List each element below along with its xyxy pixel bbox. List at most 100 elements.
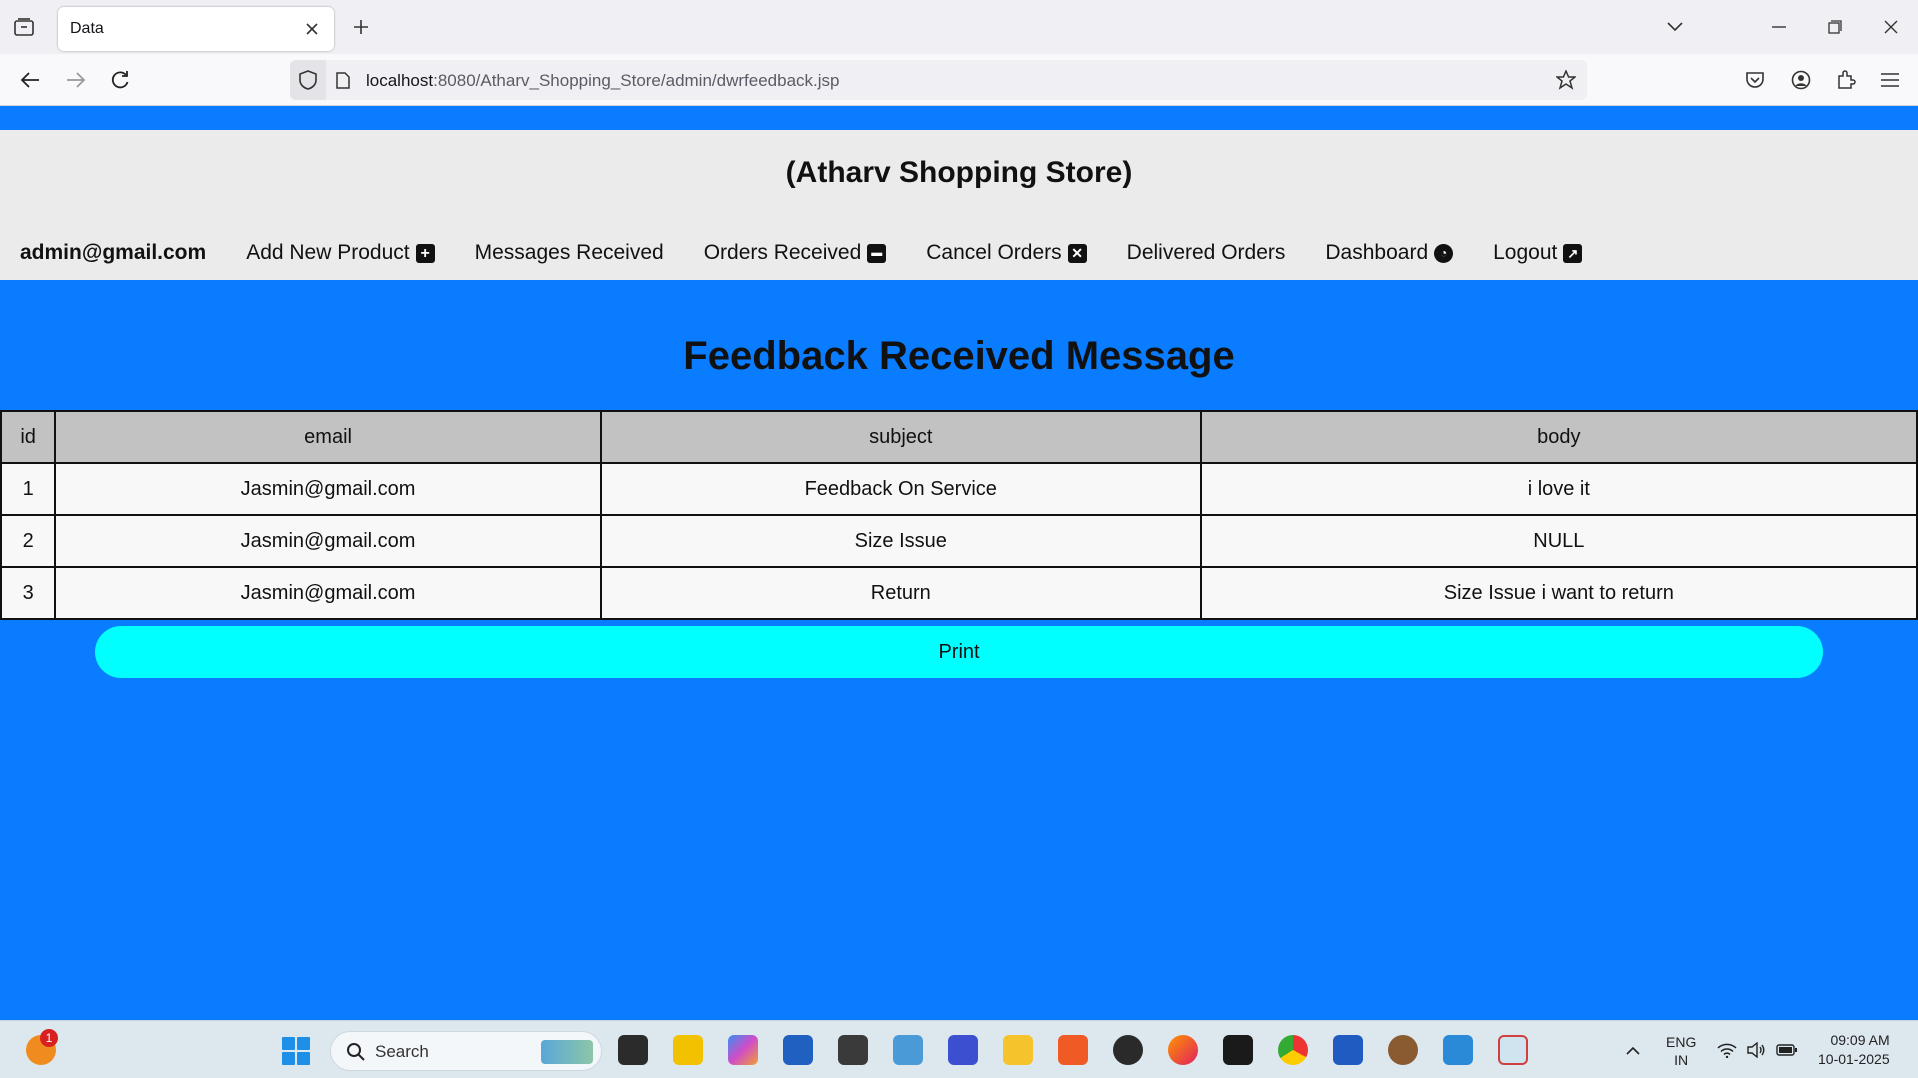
menu-admin-email[interactable]: admin@gmail.com: [20, 241, 206, 265]
archive-box-icon: ▬: [867, 243, 887, 263]
table-header-row: id email subject body: [0, 410, 1918, 464]
delivered-label: Delivered Orders: [1126, 241, 1286, 264]
brave-browser-icon[interactable]: [1058, 1035, 1088, 1065]
messages-label: Messages Received: [474, 241, 664, 264]
page-icon: [334, 71, 352, 89]
orders-label: Orders Received: [703, 241, 862, 264]
browser-tab[interactable]: Data: [58, 7, 334, 51]
tab-title: Data: [70, 20, 104, 37]
cell-email: Jasmin@gmail.com: [54, 462, 602, 516]
language-indicator[interactable]: ENG IN: [1666, 1033, 1696, 1069]
table-row: 1 Jasmin@gmail.com Feedback On Service i…: [0, 462, 1918, 516]
search-icon: [345, 1041, 367, 1063]
battery-icon[interactable]: [1776, 1039, 1798, 1061]
store-icon[interactable]: [783, 1035, 813, 1065]
back-arrow-icon[interactable]: [16, 66, 44, 94]
minimize-icon[interactable]: [1764, 12, 1794, 42]
windows-start-icon[interactable]: [282, 1037, 310, 1065]
vs-code-icon[interactable]: [948, 1035, 978, 1065]
site-header: (Atharv Shopping Store) admin@gmail.com …: [0, 130, 1918, 280]
pocket-icon[interactable]: [1741, 66, 1769, 94]
page-title: Feedback Received Message: [683, 334, 1235, 378]
cell-subject: Return: [599, 566, 1202, 620]
wifi-icon[interactable]: [1716, 1039, 1738, 1061]
print-button[interactable]: Print: [95, 626, 1823, 678]
cell-email: Jasmin@gmail.com: [54, 514, 602, 568]
cell-subject: Size Issue: [599, 514, 1202, 568]
external-link-icon: ↗: [1563, 243, 1583, 263]
taskbar-search[interactable]: Search: [330, 1031, 602, 1071]
menu-orders-received[interactable]: Orders Received ▬: [704, 241, 887, 265]
menu-logout[interactable]: Logout ↗: [1493, 241, 1583, 265]
clock-date: 10-01-2025: [1818, 1051, 1890, 1067]
forward-arrow-icon[interactable]: [62, 66, 90, 94]
column-header-email: email: [54, 410, 602, 464]
obs-icon[interactable]: [1113, 1035, 1143, 1065]
menu-hamburger-icon[interactable]: [1876, 66, 1904, 94]
column-header-id: id: [0, 410, 57, 464]
extensions-icon[interactable]: [1832, 66, 1860, 94]
tab-overflow-chevron-icon[interactable]: [1660, 12, 1690, 42]
feedback-table: id email subject body 1 Jasmin@gmail.com…: [0, 410, 1918, 620]
tray-chevron-up-icon[interactable]: [1622, 1039, 1644, 1061]
cell-id: 2: [0, 514, 57, 568]
word-icon[interactable]: [1333, 1035, 1363, 1065]
system-clock[interactable]: 09:09 AM 10-01-2025: [1818, 1031, 1890, 1069]
tab-list-icon[interactable]: [12, 16, 36, 38]
task-view-icon[interactable]: [618, 1035, 648, 1065]
logout-label: Logout: [1493, 241, 1558, 264]
tomcat-icon[interactable]: [1388, 1035, 1418, 1065]
column-header-subject: subject: [599, 410, 1202, 464]
intellij-icon[interactable]: [1223, 1035, 1253, 1065]
menu-cancel-orders[interactable]: Cancel Orders ✕: [926, 241, 1087, 265]
menu-messages-received[interactable]: Messages Received: [475, 241, 664, 265]
tab-close-icon[interactable]: [300, 17, 324, 41]
app-cube-icon[interactable]: [838, 1035, 868, 1065]
file-explorer-icon[interactable]: [1003, 1035, 1033, 1065]
chrome-icon[interactable]: [1278, 1035, 1308, 1065]
restore-icon[interactable]: [1820, 12, 1850, 42]
browser-nav-bar: localhost:8080/Atharv_Shopping_Store/adm…: [0, 54, 1918, 106]
address-bar[interactable]: localhost:8080/Atharv_Shopping_Store/adm…: [290, 60, 1587, 100]
account-icon[interactable]: [1787, 66, 1815, 94]
admin-email-label: admin@gmail.com: [20, 241, 207, 264]
menu-dashboard[interactable]: Dashboard ◔: [1325, 241, 1454, 265]
cell-subject: Feedback On Service: [599, 462, 1202, 516]
notepad-icon[interactable]: [1443, 1035, 1473, 1065]
plus-square-icon: +: [415, 243, 435, 263]
bookmark-star-icon[interactable]: [1553, 67, 1579, 93]
add-product-label: Add New Product: [246, 241, 410, 264]
shield-icon[interactable]: [290, 60, 326, 100]
taskbar: 1 Search ENG IN 09:09 AM 10-01-2025: [0, 1020, 1918, 1078]
cell-body: NULL: [1199, 514, 1918, 568]
firefox-icon[interactable]: [1168, 1035, 1198, 1065]
menu-delivered-orders[interactable]: Delivered Orders: [1127, 241, 1286, 265]
cell-id: 1: [0, 462, 57, 516]
close-square-icon: ✕: [1067, 243, 1087, 263]
table-row: 3 Jasmin@gmail.com Return Size Issue i w…: [0, 566, 1918, 620]
cancel-label: Cancel Orders: [926, 241, 1062, 264]
cell-id: 3: [0, 566, 57, 620]
new-tab-icon[interactable]: [348, 14, 374, 40]
search-label: Search: [375, 1042, 429, 1061]
region-code: IN: [1674, 1052, 1689, 1068]
snipping-tool-icon[interactable]: [1498, 1035, 1528, 1065]
browser-tab-bar: Data: [0, 0, 1918, 54]
dashboard-gauge-icon: ◔: [1434, 243, 1454, 263]
url-text[interactable]: localhost:8080/Atharv_Shopping_Store/adm…: [366, 71, 839, 91]
cell-body: Size Issue i want to return: [1199, 566, 1918, 620]
cell-body: i love it: [1199, 462, 1918, 516]
language-code: ENG: [1666, 1034, 1697, 1050]
widgets-app-icon[interactable]: [673, 1035, 703, 1065]
page-content: (Atharv Shopping Store) admin@gmail.com …: [0, 106, 1918, 1020]
table-row: 2 Jasmin@gmail.com Size Issue NULL: [0, 514, 1918, 568]
cell-email: Jasmin@gmail.com: [54, 566, 602, 620]
menu-add-new-product[interactable]: Add New Product +: [246, 241, 435, 265]
close-window-icon[interactable]: [1876, 12, 1906, 42]
volume-icon[interactable]: [1745, 1039, 1767, 1061]
search-highlight-icon: [541, 1040, 593, 1064]
column-header-body: body: [1199, 410, 1918, 464]
control-panel-icon[interactable]: [893, 1035, 923, 1065]
copilot-icon[interactable]: [728, 1035, 758, 1065]
reload-icon[interactable]: [106, 66, 134, 94]
